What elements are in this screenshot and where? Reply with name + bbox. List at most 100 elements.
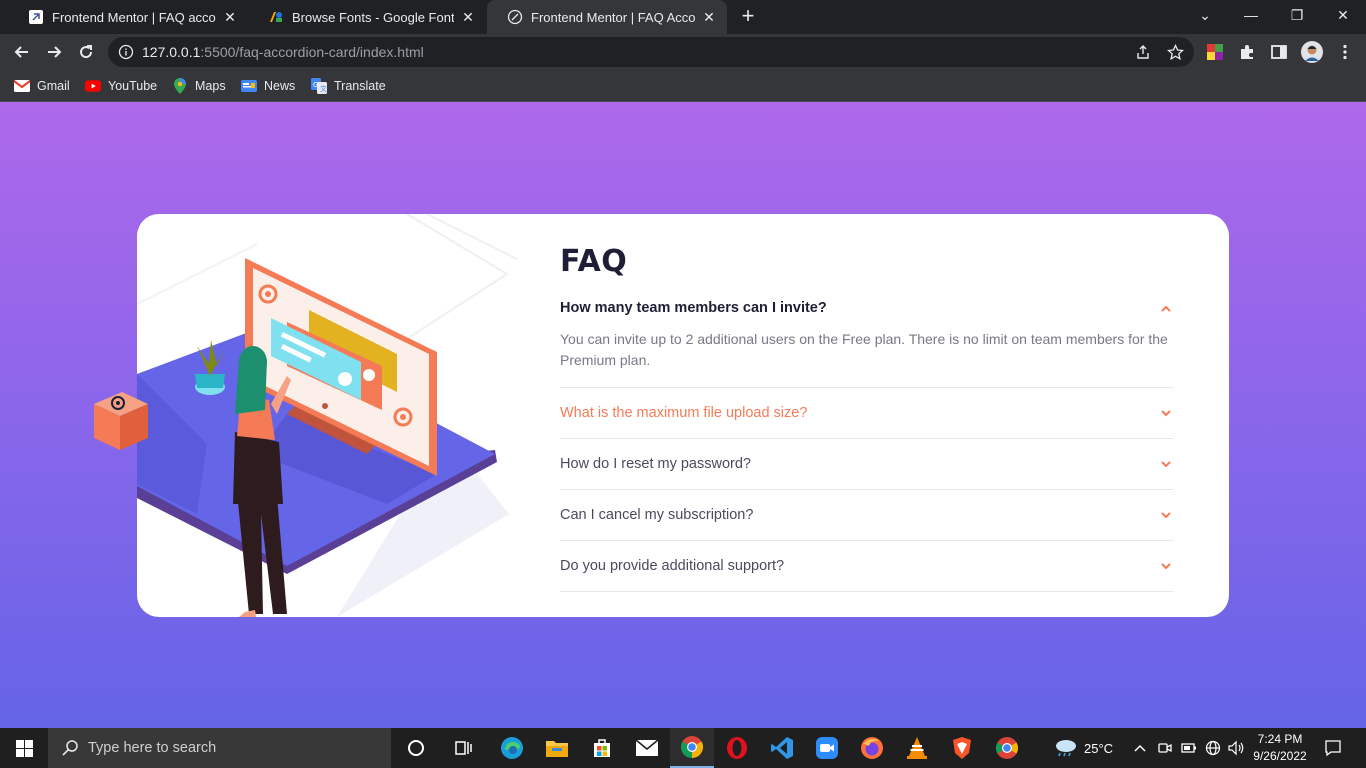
reload-icon[interactable] bbox=[72, 38, 100, 66]
site-info-icon[interactable] bbox=[118, 44, 134, 60]
file-explorer-icon[interactable] bbox=[535, 728, 579, 768]
tab-faq-accordion-active[interactable]: Frontend Mentor | FAQ Accordion ✕ bbox=[487, 0, 727, 34]
vscode-icon[interactable] bbox=[760, 728, 804, 768]
browser-toolbar: 127.0.0.1:5500/faq-accordion-card/index.… bbox=[0, 34, 1366, 70]
close-window-button[interactable]: ✕ bbox=[1320, 0, 1366, 30]
faq-question-reset-password[interactable]: How do I reset my password? bbox=[560, 439, 1173, 489]
new-tab-button[interactable]: + bbox=[738, 5, 758, 27]
question-text: How do I reset my password? bbox=[560, 456, 751, 472]
faq-question-upload-size[interactable]: What is the maximum file upload size? bbox=[560, 388, 1173, 438]
faq-section: FAQ How many team members can I invite? … bbox=[560, 244, 1173, 592]
tab-title: Frontend Mentor | FAQ accordion bbox=[52, 9, 216, 25]
edge-icon[interactable] bbox=[490, 728, 534, 768]
faq-question-cancel-subscription[interactable]: Can I cancel my subscription? bbox=[560, 490, 1173, 540]
faq-question-team-members[interactable]: How many team members can I invite? bbox=[560, 293, 1173, 323]
bookmark-translate[interactable]: G文 Translate bbox=[311, 77, 386, 95]
orange-box-illustration bbox=[92, 390, 150, 452]
clock-date: 9/26/2022 bbox=[1253, 749, 1307, 763]
search-placeholder: Type here to search bbox=[88, 740, 217, 756]
close-tab-icon[interactable]: ✕ bbox=[222, 9, 238, 25]
bookmark-label: Maps bbox=[195, 79, 226, 93]
system-clock[interactable]: 7:24 PM 9/26/2022 bbox=[1244, 731, 1316, 765]
google-fonts-favicon-icon bbox=[268, 9, 284, 25]
svg-text:文: 文 bbox=[320, 84, 327, 93]
vlc-icon[interactable] bbox=[895, 728, 939, 768]
question-text: Can I cancel my subscription? bbox=[560, 507, 754, 523]
bookmark-maps[interactable]: Maps bbox=[172, 77, 226, 95]
clock-time: 7:24 PM bbox=[1257, 732, 1303, 746]
close-tab-icon[interactable]: ✕ bbox=[460, 9, 476, 25]
extensions-puzzle-icon[interactable] bbox=[1238, 43, 1256, 61]
faq-item: Do you provide additional support? bbox=[560, 541, 1173, 592]
maps-icon bbox=[172, 78, 188, 94]
share-icon[interactable] bbox=[1134, 43, 1152, 61]
page-title: FAQ bbox=[560, 244, 628, 279]
meet-now-icon[interactable] bbox=[1158, 728, 1172, 768]
profile-avatar[interactable] bbox=[1301, 41, 1323, 63]
chevron-down-icon bbox=[1159, 406, 1173, 420]
question-text: Do you provide additional support? bbox=[560, 558, 785, 574]
minimize-button[interactable]: — bbox=[1228, 0, 1274, 30]
bookmark-label: News bbox=[264, 79, 296, 93]
chrome-icon[interactable] bbox=[670, 728, 714, 768]
notifications-icon[interactable] bbox=[1324, 728, 1342, 768]
brave-icon[interactable] bbox=[940, 728, 984, 768]
url-path: :5500/faq-accordion-card/index.html bbox=[200, 44, 424, 60]
forward-arrow-icon[interactable] bbox=[40, 38, 68, 66]
side-panel-icon[interactable] bbox=[1270, 43, 1288, 61]
bookmark-label: Translate bbox=[334, 79, 386, 93]
task-view-icon[interactable] bbox=[441, 728, 485, 768]
extension-color-icon[interactable] bbox=[1206, 43, 1224, 61]
battery-icon[interactable] bbox=[1181, 728, 1197, 768]
faq-item: What is the maximum file upload size? bbox=[560, 388, 1173, 439]
opera-icon[interactable] bbox=[715, 728, 759, 768]
windows-taskbar: Type here to search 25°C 7:24 PM 9/26/20… bbox=[0, 728, 1366, 768]
tab-faq-accordion-1[interactable]: Frontend Mentor | FAQ accordion ✕ bbox=[8, 0, 248, 34]
translate-icon: G文 bbox=[311, 78, 327, 94]
bookmark-youtube[interactable]: YouTube bbox=[85, 77, 157, 95]
show-hidden-icons-icon[interactable] bbox=[1134, 728, 1146, 768]
bookmark-gmail[interactable]: Gmail bbox=[14, 77, 70, 95]
tab-title: Browse Fonts - Google Fonts bbox=[292, 9, 454, 25]
cortana-icon[interactable] bbox=[394, 728, 438, 768]
tab-search-icon[interactable]: ⌄ bbox=[1182, 0, 1228, 30]
faq-item: Can I cancel my subscription? bbox=[560, 490, 1173, 541]
store-icon[interactable] bbox=[580, 728, 624, 768]
address-bar[interactable]: 127.0.0.1:5500/faq-accordion-card/index.… bbox=[108, 37, 1194, 67]
search-icon bbox=[62, 740, 78, 756]
tab-strip: Frontend Mentor | FAQ accordion ✕ Browse… bbox=[0, 0, 1366, 34]
frontend-mentor-favicon-icon bbox=[28, 9, 44, 25]
tab-google-fonts[interactable]: Browse Fonts - Google Fonts ✕ bbox=[248, 0, 486, 34]
weather-temperature: 25°C bbox=[1084, 740, 1114, 756]
faq-item: How many team members can I invite? You … bbox=[560, 293, 1173, 388]
bookmark-label: Gmail bbox=[37, 79, 70, 93]
bookmark-label: YouTube bbox=[108, 79, 158, 93]
taskbar-search-box[interactable]: Type here to search bbox=[48, 728, 391, 768]
chrome-icon[interactable] bbox=[985, 728, 1029, 768]
more-menu-icon[interactable] bbox=[1336, 43, 1354, 61]
globe-favicon-icon bbox=[507, 9, 523, 25]
windows-start-icon[interactable] bbox=[0, 728, 48, 768]
zoom-icon[interactable] bbox=[805, 728, 849, 768]
faq-question-additional-support[interactable]: Do you provide additional support? bbox=[560, 541, 1173, 591]
bookmark-star-icon[interactable] bbox=[1166, 43, 1184, 61]
mail-icon[interactable] bbox=[625, 728, 669, 768]
restore-button[interactable]: ❐ bbox=[1274, 0, 1320, 30]
news-icon bbox=[241, 78, 257, 94]
close-tab-icon[interactable]: ✕ bbox=[701, 9, 717, 25]
back-arrow-icon[interactable] bbox=[8, 38, 36, 66]
volume-icon[interactable] bbox=[1227, 728, 1245, 768]
weather-widget[interactable]: 25°C bbox=[1054, 728, 1113, 768]
firefox-icon[interactable] bbox=[850, 728, 894, 768]
woman-online-illustration bbox=[137, 214, 557, 617]
bookmark-news[interactable]: News bbox=[241, 77, 295, 95]
question-text: How many team members can I invite? bbox=[560, 300, 827, 316]
network-globe-icon[interactable] bbox=[1205, 728, 1221, 768]
svg-text:G: G bbox=[313, 81, 318, 89]
gmail-icon bbox=[14, 78, 30, 94]
chevron-up-icon bbox=[1159, 301, 1173, 315]
chevron-down-icon bbox=[1159, 457, 1173, 471]
faq-card: FAQ How many team members can I invite? … bbox=[137, 214, 1229, 617]
chevron-down-icon bbox=[1159, 508, 1173, 522]
faq-answer: You can invite up to 2 additional users … bbox=[560, 331, 1168, 368]
